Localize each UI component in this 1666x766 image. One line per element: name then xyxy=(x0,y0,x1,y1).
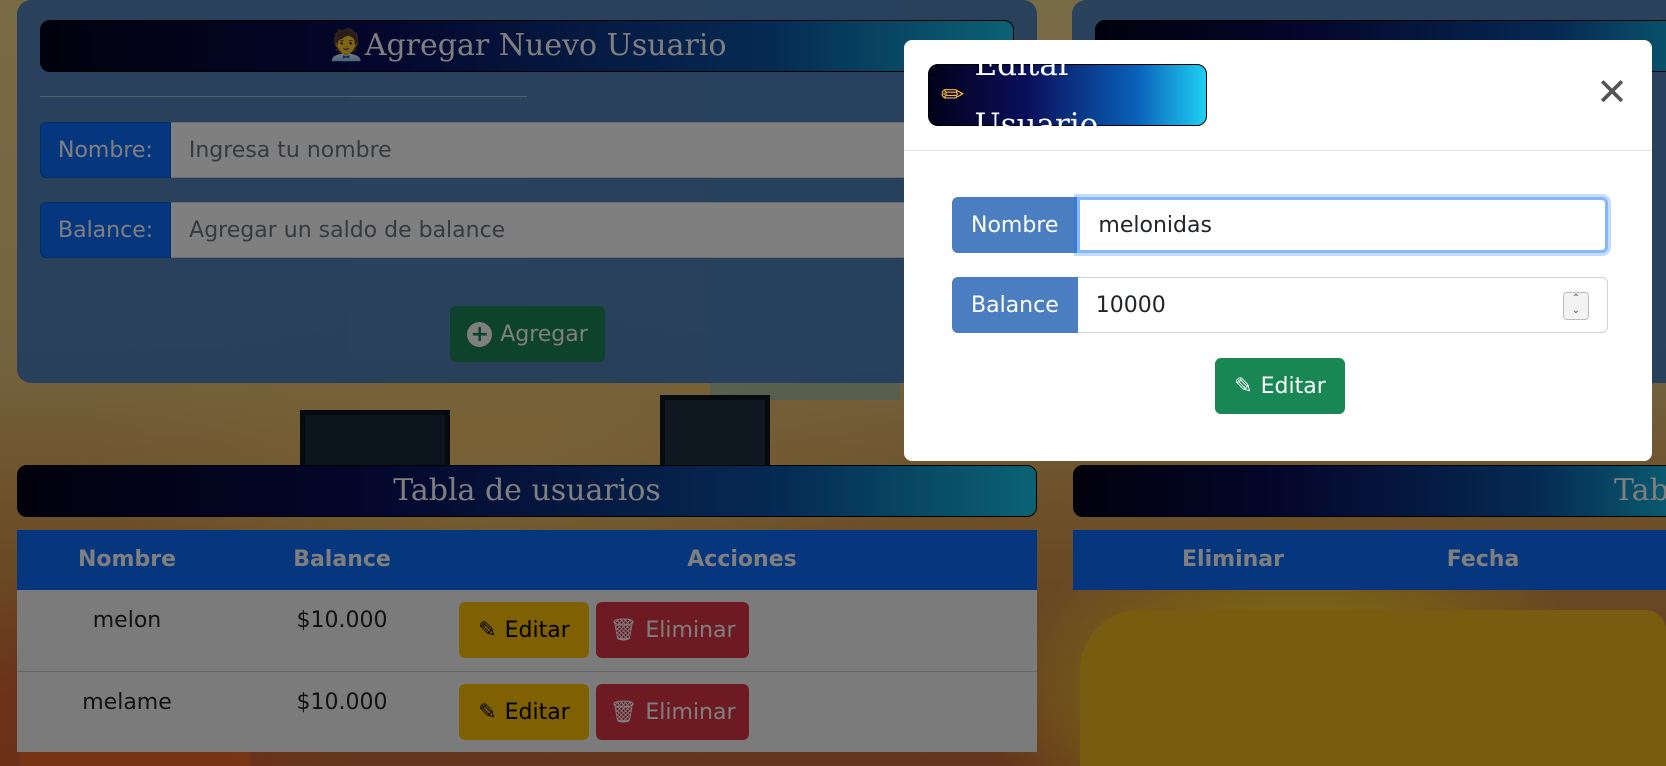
modal-balance-group: Balance 10000 ⌃ ⌄ xyxy=(952,277,1608,333)
modal-edit-button[interactable]: ✎ Editar xyxy=(1215,358,1345,414)
modal-title-text: Editar Usuario xyxy=(974,47,1099,143)
close-icon[interactable]: ✕ xyxy=(1592,72,1632,112)
modal-name-input[interactable]: melonidas xyxy=(1077,197,1608,253)
edit-user-modal: ✏ Editar Usuario ✕ Nombre melonidas Bala… xyxy=(904,40,1652,461)
modal-edit-button-label: Editar xyxy=(1260,373,1326,399)
number-spinner-icon[interactable]: ⌃ ⌄ xyxy=(1563,292,1589,320)
pencil-icon: ✏ xyxy=(941,78,965,111)
modal-title: ✏ Editar Usuario xyxy=(928,47,1207,143)
modal-balance-value: 10000 xyxy=(1095,292,1166,318)
pencil-icon: ✎ xyxy=(1234,373,1253,399)
modal-name-group: Nombre melonidas xyxy=(952,197,1608,253)
modal-header: ✏ Editar Usuario ✕ xyxy=(904,40,1652,151)
modal-balance-label: Balance xyxy=(952,277,1078,333)
modal-name-label: Nombre xyxy=(952,197,1078,253)
modal-balance-input[interactable]: 10000 ⌃ ⌄ xyxy=(1077,277,1608,333)
